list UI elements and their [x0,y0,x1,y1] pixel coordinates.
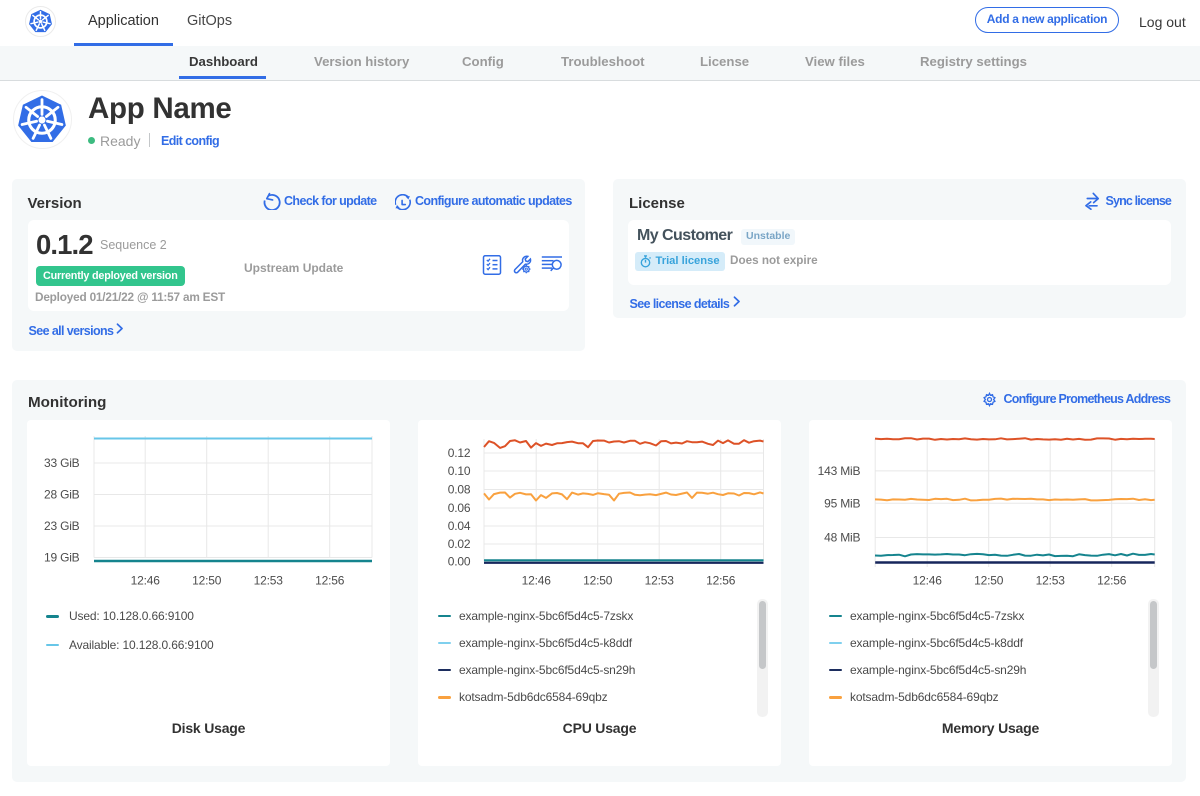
svg-text:23 GiB: 23 GiB [44,519,80,533]
svg-text:12:56: 12:56 [1097,574,1127,588]
svg-text:12:50: 12:50 [583,574,613,588]
svg-text:95 MiB: 95 MiB [824,496,860,510]
svg-text:0.12: 0.12 [448,446,471,460]
svg-text:12:56: 12:56 [706,574,736,588]
svg-text:0.10: 0.10 [448,464,471,478]
svg-text:12:53: 12:53 [645,574,675,588]
svg-text:0.00: 0.00 [448,555,471,569]
svg-text:12:46: 12:46 [913,574,943,588]
svg-text:0.04: 0.04 [448,519,471,533]
svg-text:12:46: 12:46 [522,574,552,588]
svg-text:12:53: 12:53 [254,574,284,588]
svg-text:0.08: 0.08 [448,483,471,497]
svg-text:12:53: 12:53 [1036,574,1066,588]
svg-text:0.02: 0.02 [448,537,471,551]
svg-text:143 MiB: 143 MiB [818,464,861,478]
svg-text:12:50: 12:50 [974,574,1004,588]
svg-text:12:46: 12:46 [131,574,161,588]
svg-text:0.06: 0.06 [448,501,471,515]
svg-text:19 GiB: 19 GiB [44,551,80,565]
svg-text:48 MiB: 48 MiB [824,531,860,545]
svg-text:33 GiB: 33 GiB [44,456,80,470]
svg-text:12:50: 12:50 [192,574,222,588]
svg-text:12:56: 12:56 [315,574,345,588]
svg-text:28 GiB: 28 GiB [44,488,80,502]
